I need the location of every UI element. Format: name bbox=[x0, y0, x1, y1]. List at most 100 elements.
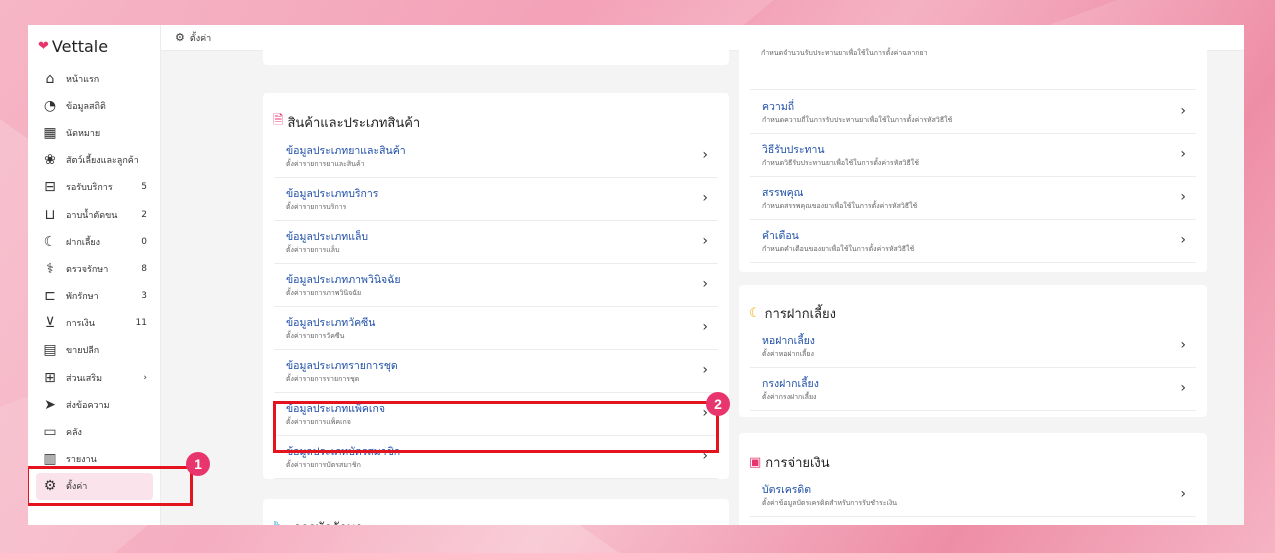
row-subtitle: ตั้งค่าหอฝากเลี้ยง bbox=[762, 350, 814, 358]
settings-row[interactable]: กรงฝากเลี้ยง ตั้งค่ากรงฝากเลี้ยง › bbox=[750, 368, 1196, 411]
sidebar-item-label: รายงาน bbox=[66, 455, 97, 466]
highlight-membership-row bbox=[273, 401, 719, 453]
row-title: คำเตือน bbox=[762, 230, 799, 242]
cash-register-icon: ▤ bbox=[43, 342, 57, 359]
boarding-card-title: ☾ การฝากเลี้ยง bbox=[749, 303, 836, 324]
row-title: ข้อมูลประเภทภาพวินิจฉัย bbox=[286, 274, 401, 286]
settings-row[interactable]: สรรพคุณ กำหนดสรรพคุณของยาเพื่อใช้ในการตั้… bbox=[750, 177, 1196, 220]
heart-logo-icon: ❤ bbox=[38, 39, 49, 54]
chevron-right-icon: › bbox=[1180, 337, 1186, 353]
bed-icon: ⊏ bbox=[44, 288, 56, 305]
chevron-right-icon: › bbox=[702, 276, 708, 292]
sidebar-item-label: อาบน้ำตัดขน bbox=[66, 210, 118, 221]
sidebar-item-count: 5 bbox=[141, 182, 147, 193]
treatment-card: 🛏 การพักรักษา bbox=[263, 499, 729, 525]
sidebar-item-label: ส่งข้อความ bbox=[66, 400, 110, 411]
couch-icon: ⊟ bbox=[44, 179, 56, 196]
settings-row[interactable]: ข้อมูลประเภทยาและสินค้าตั้งค่ารายการยาแล… bbox=[274, 135, 718, 178]
chevron-right-icon: › bbox=[702, 190, 708, 206]
row-subtitle: ตั้งค่ารายการยาและสินค้า bbox=[286, 160, 365, 168]
annotation-badge-1: 1 bbox=[186, 452, 210, 476]
sidebar-item-8[interactable]: ⊏ พักรักษา 3 bbox=[28, 283, 161, 310]
settings-row[interactable]: ข้อมูลประเภทบริการ ตั้งค่ารายการบริการ › bbox=[274, 178, 718, 221]
payment-card-title: ▣ การจ่ายเงิน bbox=[749, 452, 830, 473]
bed-icon: 🛏 bbox=[273, 520, 290, 525]
page-title: ตั้งค่า bbox=[189, 33, 212, 44]
sidebar-item-13[interactable]: ▭ คลัง bbox=[28, 418, 161, 445]
sidebar-item-0[interactable]: ⌂ หน้าแรก bbox=[28, 65, 161, 92]
chevron-right-icon: › bbox=[1180, 103, 1186, 119]
row-title: ข้อมูลประเภทแล็บ bbox=[286, 231, 369, 243]
row-subtitle: ตั้งค่าข้อมูลบัตรเครดิตสำหรับการรับชำระเ… bbox=[762, 499, 898, 507]
row-title: บัญชีธนาคาร bbox=[762, 524, 823, 525]
moon-icon: ☾ bbox=[749, 306, 761, 321]
chevron-right-icon: › bbox=[1180, 380, 1186, 396]
sidebar-item-label: พักรักษา bbox=[66, 292, 99, 303]
card-top-left-remnant bbox=[263, 45, 729, 65]
bathtub-icon: ⊔ bbox=[44, 206, 56, 223]
row-title: หอฝากเลี้ยง bbox=[762, 335, 815, 347]
row-subtitle: ตั้งค่ากรงฝากเลี้ยง bbox=[762, 393, 817, 401]
inventory-icon: ▭ bbox=[43, 424, 57, 441]
row-subtitle: กำหนดวิธีรับประทานยาเพื่อใช้ในการตั้งค่า… bbox=[762, 159, 919, 167]
paw-icon: ❀ bbox=[44, 152, 56, 169]
sidebar-item-6[interactable]: ☾ ฝากเลี้ยง 0 bbox=[28, 228, 161, 255]
sidebar-item-2[interactable]: ▦ นัดหมาย bbox=[28, 119, 161, 146]
sidebar-item-4[interactable]: ⊟ รอรับบริการ 5 bbox=[28, 174, 161, 201]
sidebar-item-label: รอรับบริการ bbox=[66, 183, 113, 194]
home-icon: ⌂ bbox=[45, 70, 55, 87]
logo[interactable]: ❤ Vettale bbox=[38, 37, 108, 56]
treatment-card-title: 🛏 การพักรักษา bbox=[273, 517, 363, 525]
row-subtitle: ตั้งค่ารายการแล็บ bbox=[286, 246, 340, 254]
sidebar-item-count: 2 bbox=[141, 209, 147, 220]
sidebar-item-1[interactable]: ◔ ข้อมูลสถิติ bbox=[28, 92, 161, 119]
gear-icon: ⚙ bbox=[175, 31, 185, 44]
cash-icon: ▣ bbox=[749, 455, 762, 470]
sidebar-item-label: สัตว์เลี้ยงและลูกค้า bbox=[66, 156, 139, 167]
annotation-badge-2: 2 bbox=[706, 392, 730, 416]
sidebar-item-count: 0 bbox=[141, 236, 147, 247]
report-icon: ▥ bbox=[43, 451, 57, 468]
settings-row[interactable]: หอฝากเลี้ยงตั้งค่าหอฝากเลี้ยง › bbox=[750, 325, 1196, 368]
settings-row[interactable]: บัญชีธนาคารตั้งค่าข้อมูลบัญชีธนาคารสำหรั… bbox=[750, 517, 1196, 525]
row-title: ความถี่ bbox=[762, 101, 795, 113]
sidebar-item-5[interactable]: ⊔ อาบน้ำตัดขน 2 bbox=[28, 201, 161, 228]
sidebar-item-7[interactable]: ⚕ ตรวจรักษา 8 bbox=[28, 255, 161, 282]
settings-row[interactable]: ข้อมูลประเภทวัคซีน ตั้งค่ารายการวัคซีน › bbox=[274, 307, 718, 350]
settings-content: 🗎 สินค้าและประเภทสินค้า ข้อมูลประเภทยาแล… bbox=[161, 45, 1244, 525]
row-subtitle: ตั้งค่ารายการบัตรสมาชิก bbox=[286, 461, 361, 469]
drug-card: กำหนดจำนวนรับประทานยาเพื่อใช้ในการตั้งค่… bbox=[739, 45, 1207, 272]
logo-text: Vettale bbox=[51, 37, 109, 56]
chevron-right-icon: › bbox=[1180, 486, 1186, 502]
settings-row[interactable]: ข้อมูลประเภทภาพวินิจฉัย ตั้งค่ารายการภาพว… bbox=[274, 264, 718, 307]
settings-row[interactable]: ความถี่ กำหนดความถี่ในการรับประทานยาเพื่อ… bbox=[750, 91, 1196, 134]
payment-card-title-text: การจ่ายเงิน bbox=[765, 456, 830, 471]
settings-row[interactable]: ข้อมูลประเภทแล็บ ตั้งค่ารายการแล็บ › bbox=[274, 221, 718, 264]
settings-row[interactable]: ข้อมูลประเภทรายการชุด ตั้งค่ารายการรายการ… bbox=[274, 350, 718, 393]
payment-card: ▣ การจ่ายเงิน บัตรเครดิตตั้งค่าข้อมูลบัต… bbox=[739, 433, 1207, 525]
products-card-title: 🗎 สินค้าและประเภทสินค้า bbox=[273, 111, 420, 133]
sidebar-item-10[interactable]: ▤ ขายปลีก bbox=[28, 337, 161, 364]
treatment-card-title-text: การพักรักษา bbox=[294, 517, 363, 525]
row-title: บัตรเครดิต bbox=[762, 484, 812, 496]
send-icon: ➤ bbox=[44, 396, 56, 413]
row-subtitle: กำหนดคำเตือนของยาเพื่อใช้ในการตั้งค่ารหั… bbox=[762, 245, 915, 253]
chevron-right-icon: › bbox=[702, 147, 708, 163]
settings-row[interactable]: บัตรเครดิตตั้งค่าข้อมูลบัตรเครดิตสำหรับก… bbox=[750, 474, 1196, 517]
sidebar-item-label: ส่วนเสริม bbox=[66, 373, 103, 384]
sidebar-item-label: คลัง bbox=[66, 428, 82, 439]
sidebar-item-11[interactable]: ⊞ ส่วนเสริม › bbox=[28, 364, 161, 391]
sidebar-item-12[interactable]: ➤ ส่งข้อความ bbox=[28, 391, 161, 418]
products-card-title-text: สินค้าและประเภทสินค้า bbox=[287, 115, 421, 131]
settings-row[interactable]: วิธีรับประทาน กำหนดวิธีรับประทานยาเพื่อใช… bbox=[750, 134, 1196, 177]
row-subtitle: ตั้งค่ารายการรายการชุด bbox=[286, 375, 360, 383]
row-subtitle: ตั้งค่ารายการบริการ bbox=[286, 203, 347, 211]
row-title: ข้อมูลประเภทยาและสินค้า bbox=[286, 145, 406, 157]
settings-row[interactable]: คำเตือนกำหนดคำเตือนของยาเพื่อใช้ในการตั้… bbox=[750, 220, 1196, 263]
drug-top-sub: กำหนดจำนวนรับประทานยาเพื่อใช้ในการตั้งค่… bbox=[761, 49, 928, 57]
calendar-icon: ▦ bbox=[43, 124, 57, 141]
sidebar-item-9[interactable]: ⊻ การเงิน 11 bbox=[28, 310, 161, 337]
sidebar-item-label: ตรวจรักษา bbox=[66, 264, 109, 275]
sidebar-item-count: › bbox=[143, 372, 147, 383]
sidebar-item-3[interactable]: ❀ สัตว์เลี้ยงและลูกค้า bbox=[28, 147, 161, 174]
